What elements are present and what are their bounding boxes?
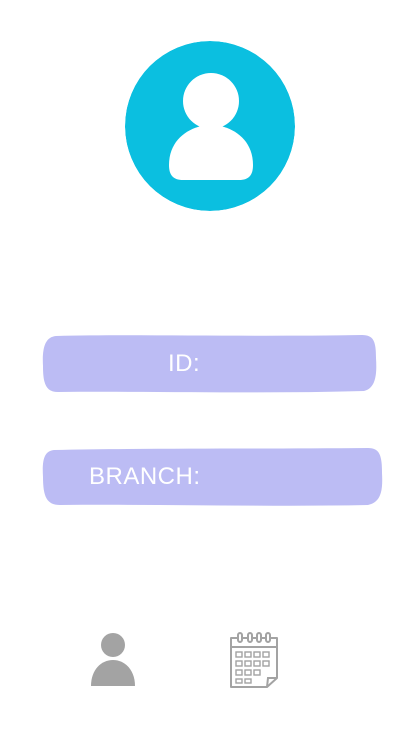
id-field-background xyxy=(42,335,377,393)
nav-profile-button[interactable] xyxy=(88,630,138,690)
person-icon xyxy=(91,633,135,686)
calendar-icon xyxy=(230,632,278,688)
profile-avatar xyxy=(125,41,295,211)
user-avatar-icon xyxy=(125,41,295,211)
nav-calendar-button[interactable] xyxy=(226,630,282,690)
id-field[interactable]: ID: xyxy=(42,334,377,394)
id-label: ID: xyxy=(168,350,201,377)
branch-label: BRANCH: xyxy=(89,463,201,490)
branch-field[interactable]: BRANCH: xyxy=(42,447,383,507)
